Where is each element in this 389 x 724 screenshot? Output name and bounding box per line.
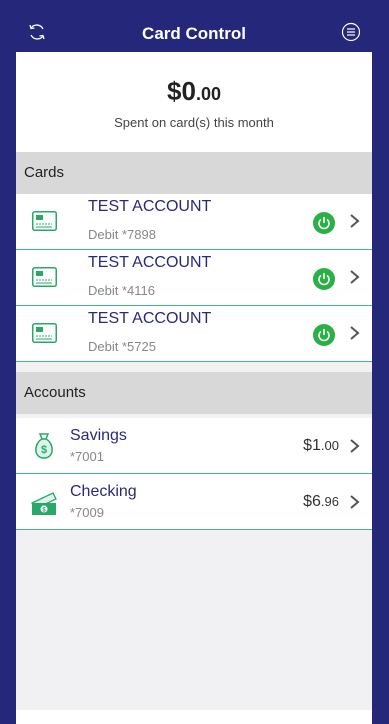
card-row[interactable]: TEST ACCOUNT Debit *4116	[16, 250, 372, 306]
chevron-right-icon	[350, 270, 360, 284]
power-toggle[interactable]	[313, 324, 335, 346]
accounts-section-header: Accounts	[16, 372, 372, 414]
card-row[interactable]: TEST ACCOUNT Debit *5725	[16, 306, 372, 362]
money-bag-icon: $	[35, 433, 53, 459]
card-icon	[32, 267, 57, 287]
balance-main: $6	[303, 493, 321, 510]
chevron-right-icon	[350, 439, 360, 453]
chevron-right-icon	[350, 214, 360, 228]
menu-icon[interactable]	[341, 22, 361, 42]
card-name: TEST ACCOUNT	[88, 254, 212, 271]
card-icon	[32, 323, 57, 343]
balance-cents: .00	[320, 438, 339, 453]
account-number: *7009	[70, 505, 104, 520]
svg-text:$: $	[41, 444, 47, 456]
spent-label: Spent on card(s) this month	[114, 115, 274, 130]
chevron-right-icon	[350, 495, 360, 509]
account-row-savings[interactable]: $ Savings *7001 $1.00	[16, 418, 372, 474]
spent-amount: $0.00	[16, 76, 372, 107]
account-name: Savings	[70, 427, 127, 444]
spending-summary: $0.00 Spent on card(s) this month	[16, 52, 372, 152]
spent-amount-cents: .00	[195, 84, 221, 104]
account-name: Checking	[70, 483, 137, 500]
power-icon	[318, 217, 330, 230]
account-balance: $1.00	[303, 437, 339, 455]
phone-screen: Card Control $0.00 Spent on card(s) this…	[16, 0, 372, 724]
account-row-checking[interactable]: $ Checking *7009 $6.96	[16, 474, 372, 530]
card-number: Debit *7898	[88, 227, 156, 242]
power-toggle[interactable]	[313, 212, 335, 234]
card-name: TEST ACCOUNT	[88, 198, 212, 215]
card-icon	[32, 211, 57, 231]
spent-amount-main: $0	[167, 76, 196, 106]
page-title: Card Control	[142, 24, 246, 43]
balance-main: $1	[303, 437, 321, 454]
power-icon	[318, 329, 330, 342]
app-header: Card Control	[16, 0, 372, 52]
power-icon	[318, 273, 330, 286]
card-row[interactable]: TEST ACCOUNT Debit *7898	[16, 194, 372, 250]
card-number: Debit *5725	[88, 339, 156, 354]
cards-section-header: Cards	[16, 152, 372, 194]
chevron-right-icon	[350, 326, 360, 340]
bottom-bar	[16, 710, 372, 724]
power-toggle[interactable]	[313, 268, 335, 290]
card-name: TEST ACCOUNT	[88, 310, 212, 327]
balance-cents: .96	[320, 494, 339, 509]
cash-icon: $	[31, 492, 57, 515]
account-balance: $6.96	[303, 493, 339, 511]
account-number: *7001	[70, 449, 104, 464]
card-number: Debit *4116	[88, 283, 155, 298]
